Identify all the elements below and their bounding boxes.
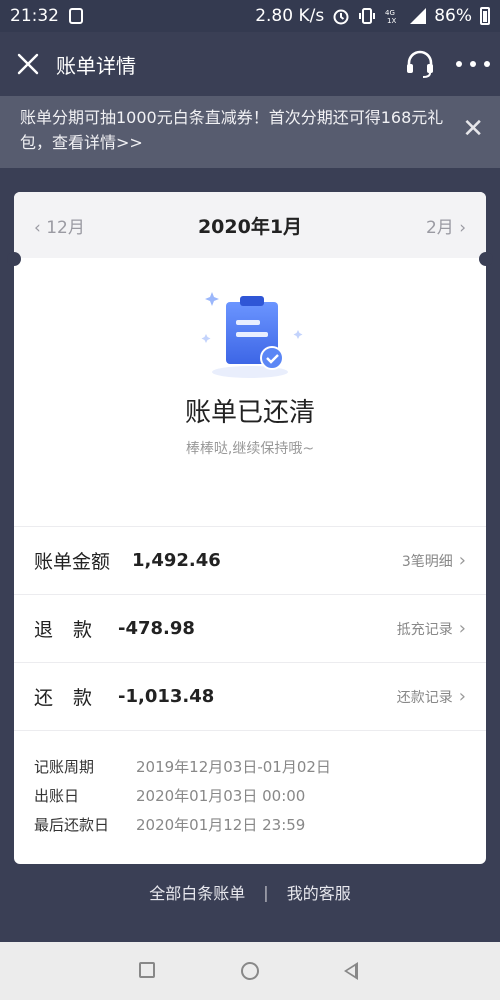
recents-icon[interactable]	[139, 962, 155, 978]
headset-icon	[407, 50, 433, 78]
next-month-label: 2月	[425, 217, 454, 238]
row-link-text: 抵充记录	[396, 621, 453, 638]
vibrate-icon	[359, 8, 376, 24]
detail-value: 2020年01月03日 00:00	[136, 787, 306, 805]
svg-text:4G: 4G	[385, 9, 395, 17]
detail-row: 出账日 2020年01月03日 00:00	[34, 781, 474, 810]
promo-banner-text: 账单分期可抽1000元白条直减券！首次分期还可得168元礼包，查看详情>>	[20, 108, 444, 152]
row-label: 账单金额	[34, 551, 111, 573]
chevron-right-icon: ›	[458, 618, 466, 639]
status-subtitle: 棒棒哒,继续保持哦~	[185, 441, 315, 457]
status-time: 21:32	[10, 6, 59, 26]
title-bar: 账单详情	[0, 32, 500, 96]
row-link-text: 3笔明细	[401, 553, 453, 570]
status-bar: 21:32 2.80 K/s 4G 1X 86%	[0, 0, 500, 32]
more-icon-dot	[470, 61, 476, 67]
network-speed: 2.80 K/s	[255, 6, 325, 26]
row-amount: 1,492.46	[132, 550, 221, 571]
customer-service-button[interactable]	[404, 48, 436, 80]
chevron-right-icon: ›	[458, 686, 466, 707]
more-icon-dot	[484, 61, 490, 67]
detail-value: 2020年01月12日 23:59	[136, 816, 306, 834]
more-button[interactable]	[456, 48, 490, 80]
banner-close-icon[interactable]: ✕	[462, 116, 484, 142]
row-label: 退款	[34, 619, 113, 641]
detail-row: 记账周期 2019年12月03日-01月02日	[34, 752, 474, 781]
footer-separator: |	[263, 882, 269, 902]
home-icon[interactable]	[241, 962, 259, 980]
all-bills-link[interactable]: 全部白条账单	[149, 880, 245, 904]
row-amount: -478.98	[118, 618, 195, 639]
battery-icon	[480, 7, 490, 25]
svg-text:1X: 1X	[387, 17, 396, 25]
bill-details: 记账周期 2019年12月03日-01月02日 出账日 2020年01月03日 …	[34, 752, 474, 839]
close-icon	[17, 53, 39, 75]
row-link-text: 还款记录	[396, 689, 453, 706]
close-button[interactable]	[0, 32, 56, 96]
signal-icon	[410, 8, 427, 24]
row-label: 还款	[34, 687, 113, 709]
detail-label: 出账日	[34, 787, 80, 805]
current-month: 2020年1月	[197, 215, 303, 238]
back-icon[interactable]	[344, 962, 358, 980]
row-link[interactable]: 抵充记录 ›	[397, 618, 466, 639]
row-amount: -1,013.48	[118, 686, 215, 707]
battery-percent: 86%	[434, 6, 472, 26]
refund-row[interactable]: 退款 -478.98 抵充记录 ›	[14, 594, 486, 662]
bill-amount-row[interactable]: 账单金额 1,492.46 3笔明细 ›	[14, 526, 486, 594]
card-notch	[479, 252, 493, 266]
more-icon-dot	[456, 61, 462, 67]
status-title: 账单已还清	[184, 398, 315, 428]
chevron-right-icon: ›	[453, 217, 466, 238]
divider	[14, 730, 486, 731]
row-link[interactable]: 还款记录 ›	[397, 686, 466, 707]
repayment-row[interactable]: 还款 -1,013.48 还款记录 ›	[14, 662, 486, 730]
alarm-icon	[333, 9, 349, 25]
row-link[interactable]: 3笔明细 ›	[402, 550, 466, 571]
chevron-right-icon: ›	[458, 550, 466, 571]
card-notch	[7, 252, 21, 266]
detail-row: 最后还款日 2020年01月12日 23:59	[34, 810, 474, 839]
month-navigator: ‹ 12月 2020年1月 2月 ›	[14, 192, 486, 258]
promo-banner[interactable]: 账单分期可抽1000元白条直减券！首次分期还可得168元礼包，查看详情>> ✕	[0, 96, 500, 168]
clipboard-check-icon	[201, 292, 303, 378]
detail-label: 最后还款日	[34, 816, 110, 834]
bill-card: ‹ 12月 2020年1月 2月 › 账单已还清 棒棒哒,继续保持哦~ 账单金额…	[14, 192, 486, 864]
system-nav-bar	[0, 942, 500, 1000]
footer-links: 全部白条账单 | 我的客服	[0, 880, 500, 904]
detail-value: 2019年12月03日-01月02日	[136, 758, 331, 776]
network-4g-icon: 4G 1X	[385, 9, 396, 25]
next-month-button[interactable]: 2月 ›	[426, 213, 466, 238]
notification-icon	[69, 8, 83, 24]
detail-label: 记账周期	[34, 758, 95, 776]
page-title: 账单详情	[56, 53, 136, 78]
my-service-link[interactable]: 我的客服	[287, 880, 351, 904]
